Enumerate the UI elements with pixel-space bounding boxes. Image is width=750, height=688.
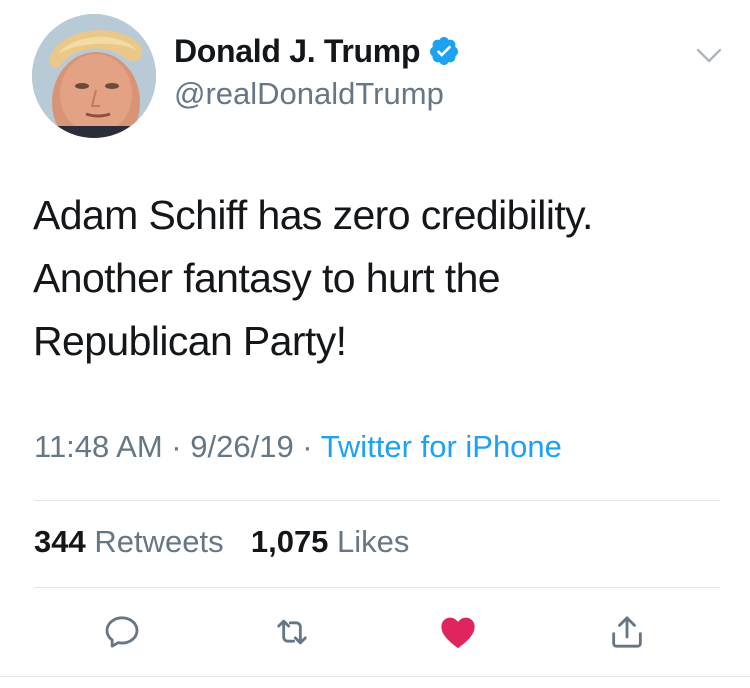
likes-stat[interactable]: 1,075 Likes bbox=[251, 524, 410, 559]
tweet-time[interactable]: 11:48 AM bbox=[34, 429, 163, 464]
tweet-stats: 344 Retweets 1,075 Likes bbox=[34, 524, 409, 560]
reply-button[interactable] bbox=[100, 610, 144, 654]
retweet-icon bbox=[277, 619, 307, 645]
share-icon bbox=[612, 616, 642, 648]
verified-badge-icon bbox=[430, 37, 459, 65]
likes-label: Likes bbox=[337, 524, 410, 559]
tweet-text-line: Adam Schiff has zero credibility. bbox=[33, 192, 593, 238]
tweet-text: Adam Schiff has zero credibility. Anothe… bbox=[33, 184, 723, 373]
likes-count: 1,075 bbox=[250, 524, 329, 559]
tweet-text-line: Republican Party! bbox=[33, 318, 347, 364]
share-button[interactable] bbox=[605, 610, 649, 654]
like-button[interactable] bbox=[436, 610, 480, 654]
tweet-text-line: Another fantasy to hurt the bbox=[33, 255, 501, 301]
author-name-row[interactable]: Donald J. Trump bbox=[174, 30, 460, 72]
heart-icon bbox=[441, 617, 475, 649]
divider bbox=[0, 676, 750, 677]
retweets-count: 344 bbox=[34, 524, 86, 559]
tweet-date[interactable]: 9/26/19 bbox=[190, 429, 293, 464]
reply-icon bbox=[105, 616, 139, 648]
retweets-label: Retweets bbox=[94, 524, 224, 559]
author-display-name[interactable]: Donald J. Trump bbox=[174, 33, 421, 70]
author-handle[interactable]: @realDonaldTrump bbox=[174, 76, 444, 112]
tweet-meta: 11:48 AM · 9/26/19 · Twitter for iPhone bbox=[34, 429, 562, 465]
chevron-down-icon[interactable] bbox=[692, 38, 726, 72]
retweet-button[interactable] bbox=[270, 610, 314, 654]
meta-separator: · bbox=[162, 429, 191, 464]
tweet-source-link[interactable]: Twitter for iPhone bbox=[321, 429, 562, 464]
divider bbox=[34, 500, 720, 501]
action-bar bbox=[0, 610, 750, 654]
avatar-image bbox=[32, 14, 156, 138]
divider bbox=[34, 587, 720, 588]
meta-separator: · bbox=[293, 429, 321, 464]
retweets-stat[interactable]: 344 Retweets bbox=[34, 524, 224, 559]
tweet-detail: Donald J. Trump @realDonaldTrump Adam Sc… bbox=[0, 0, 750, 688]
avatar[interactable] bbox=[32, 14, 156, 138]
